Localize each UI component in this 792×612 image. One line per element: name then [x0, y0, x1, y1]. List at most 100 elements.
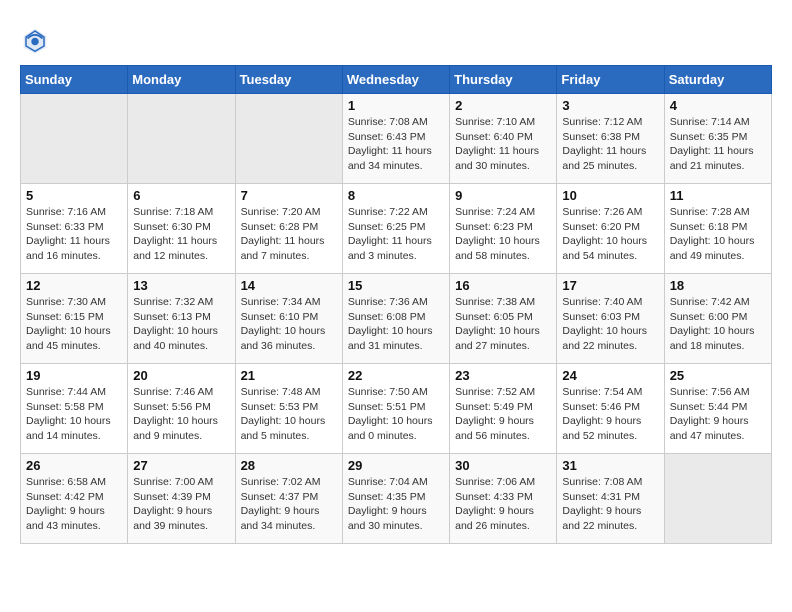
- day-info: Sunrise: 7:08 AM Sunset: 6:43 PM Dayligh…: [348, 115, 444, 174]
- week-row-4: 19Sunrise: 7:44 AM Sunset: 5:58 PM Dayli…: [21, 364, 772, 454]
- day-number: 28: [241, 458, 337, 473]
- day-number: 2: [455, 98, 551, 113]
- calendar-cell: 10 Sunrise: 7:26 AM Sunset: 6:20 PM Dayli…: [557, 184, 664, 274]
- day-number: 27: [133, 458, 229, 473]
- day-number: 22: [348, 368, 444, 383]
- day-info: Sunrise: 7:54 AM Sunset: 5:46 PM Dayligh…: [562, 385, 658, 444]
- calendar-cell: 7 Sunrise: 7:20 AM Sunset: 6:28 PM Daylig…: [235, 184, 342, 274]
- day-number: 11: [670, 188, 766, 203]
- day-number: 19: [26, 368, 122, 383]
- day-info: Sunrise: 7:40 AM Sunset: 6:03 PM Dayligh…: [562, 295, 658, 354]
- day-info: Sunrise: 7:36 AM Sunset: 6:08 PM Dayligh…: [348, 295, 444, 354]
- day-info: Sunrise: 7:06 AM Sunset: 4:33 PM Dayligh…: [455, 475, 551, 534]
- week-row-1: 1 Sunrise: 7:08 AM Sunset: 6:43 PM Daylig…: [21, 94, 772, 184]
- calendar-cell: [235, 94, 342, 184]
- week-row-2: 5 Sunrise: 7:16 AM Sunset: 6:33 PM Daylig…: [21, 184, 772, 274]
- day-number: 26: [26, 458, 122, 473]
- weekday-header-row: SundayMondayTuesdayWednesdayThursdayFrid…: [21, 66, 772, 94]
- calendar-cell: 22 Sunrise: 7:50 AM Sunset: 5:51 PM Dayli…: [342, 364, 449, 454]
- calendar-cell: 5 Sunrise: 7:16 AM Sunset: 6:33 PM Daylig…: [21, 184, 128, 274]
- day-info: Sunrise: 7:28 AM Sunset: 6:18 PM Dayligh…: [670, 205, 766, 264]
- weekday-header-thursday: Thursday: [450, 66, 557, 94]
- day-info: Sunrise: 7:02 AM Sunset: 4:37 PM Dayligh…: [241, 475, 337, 534]
- weekday-header-friday: Friday: [557, 66, 664, 94]
- day-info: Sunrise: 7:20 AM Sunset: 6:28 PM Dayligh…: [241, 205, 337, 264]
- day-number: 6: [133, 188, 229, 203]
- week-row-5: 26 Sunrise: 6:58 AM Sunset: 4:42 PM Dayli…: [21, 454, 772, 544]
- calendar-cell: 11 Sunrise: 7:28 AM Sunset: 6:18 PM Dayli…: [664, 184, 771, 274]
- day-number: 3: [562, 98, 658, 113]
- day-number: 10: [562, 188, 658, 203]
- week-row-3: 12 Sunrise: 7:30 AM Sunset: 6:15 PM Dayli…: [21, 274, 772, 364]
- day-number: 5: [26, 188, 122, 203]
- day-number: 16: [455, 278, 551, 293]
- calendar-cell: 21 Sunrise: 7:48 AM Sunset: 5:53 PM Dayli…: [235, 364, 342, 454]
- day-info: Sunrise: 7:30 AM Sunset: 6:15 PM Dayligh…: [26, 295, 122, 354]
- day-info: Sunrise: 7:04 AM Sunset: 4:35 PM Dayligh…: [348, 475, 444, 534]
- day-number: 23: [455, 368, 551, 383]
- day-info: Sunrise: 7:26 AM Sunset: 6:20 PM Dayligh…: [562, 205, 658, 264]
- calendar-cell: 14 Sunrise: 7:34 AM Sunset: 6:10 PM Dayli…: [235, 274, 342, 364]
- day-number: 15: [348, 278, 444, 293]
- calendar-cell: 8 Sunrise: 7:22 AM Sunset: 6:25 PM Daylig…: [342, 184, 449, 274]
- day-number: 30: [455, 458, 551, 473]
- logo: [20, 25, 54, 55]
- day-number: 9: [455, 188, 551, 203]
- calendar-cell: 6 Sunrise: 7:18 AM Sunset: 6:30 PM Daylig…: [128, 184, 235, 274]
- weekday-header-tuesday: Tuesday: [235, 66, 342, 94]
- day-number: 25: [670, 368, 766, 383]
- weekday-header-wednesday: Wednesday: [342, 66, 449, 94]
- day-info: Sunrise: 7:48 AM Sunset: 5:53 PM Dayligh…: [241, 385, 337, 444]
- calendar-cell: 20 Sunrise: 7:46 AM Sunset: 5:56 PM Dayli…: [128, 364, 235, 454]
- day-number: 14: [241, 278, 337, 293]
- calendar-cell: 2 Sunrise: 7:10 AM Sunset: 6:40 PM Daylig…: [450, 94, 557, 184]
- day-info: Sunrise: 7:24 AM Sunset: 6:23 PM Dayligh…: [455, 205, 551, 264]
- calendar-cell: 24Sunrise: 7:54 AM Sunset: 5:46 PM Dayli…: [557, 364, 664, 454]
- day-info: Sunrise: 7:12 AM Sunset: 6:38 PM Dayligh…: [562, 115, 658, 174]
- day-info: Sunrise: 7:08 AM Sunset: 4:31 PM Dayligh…: [562, 475, 658, 534]
- calendar-cell: 18Sunrise: 7:42 AM Sunset: 6:00 PM Dayli…: [664, 274, 771, 364]
- day-number: 1: [348, 98, 444, 113]
- day-number: 17: [562, 278, 658, 293]
- calendar-cell: 28 Sunrise: 7:02 AM Sunset: 4:37 PM Dayli…: [235, 454, 342, 544]
- calendar-cell: 31 Sunrise: 7:08 AM Sunset: 4:31 PM Dayli…: [557, 454, 664, 544]
- calendar-cell: 15 Sunrise: 7:36 AM Sunset: 6:08 PM Dayli…: [342, 274, 449, 364]
- calendar-cell: 19Sunrise: 7:44 AM Sunset: 5:58 PM Dayli…: [21, 364, 128, 454]
- day-number: 7: [241, 188, 337, 203]
- calendar-cell: 13Sunrise: 7:32 AM Sunset: 6:13 PM Dayli…: [128, 274, 235, 364]
- calendar-cell: 27Sunrise: 7:00 AM Sunset: 4:39 PM Dayli…: [128, 454, 235, 544]
- day-info: Sunrise: 7:42 AM Sunset: 6:00 PM Dayligh…: [670, 295, 766, 354]
- day-number: 8: [348, 188, 444, 203]
- calendar-cell: [128, 94, 235, 184]
- day-info: Sunrise: 7:10 AM Sunset: 6:40 PM Dayligh…: [455, 115, 551, 174]
- logo-icon: [20, 25, 50, 55]
- day-number: 31: [562, 458, 658, 473]
- calendar-cell: 12 Sunrise: 7:30 AM Sunset: 6:15 PM Dayli…: [21, 274, 128, 364]
- calendar-cell: 16 Sunrise: 7:38 AM Sunset: 6:05 PM Dayli…: [450, 274, 557, 364]
- day-info: Sunrise: 7:46 AM Sunset: 5:56 PM Dayligh…: [133, 385, 229, 444]
- day-number: 12: [26, 278, 122, 293]
- calendar-cell: 17 Sunrise: 7:40 AM Sunset: 6:03 PM Dayli…: [557, 274, 664, 364]
- calendar-table: SundayMondayTuesdayWednesdayThursdayFrid…: [20, 65, 772, 544]
- day-info: Sunrise: 7:18 AM Sunset: 6:30 PM Dayligh…: [133, 205, 229, 264]
- day-info: Sunrise: 7:34 AM Sunset: 6:10 PM Dayligh…: [241, 295, 337, 354]
- day-number: 21: [241, 368, 337, 383]
- day-info: Sunrise: 6:58 AM Sunset: 4:42 PM Dayligh…: [26, 475, 122, 534]
- weekday-header-monday: Monday: [128, 66, 235, 94]
- weekday-header-sunday: Sunday: [21, 66, 128, 94]
- day-info: Sunrise: 7:16 AM Sunset: 6:33 PM Dayligh…: [26, 205, 122, 264]
- day-info: Sunrise: 7:38 AM Sunset: 6:05 PM Dayligh…: [455, 295, 551, 354]
- calendar-cell: 29Sunrise: 7:04 AM Sunset: 4:35 PM Dayli…: [342, 454, 449, 544]
- calendar-cell: [664, 454, 771, 544]
- day-number: 4: [670, 98, 766, 113]
- day-info: Sunrise: 7:50 AM Sunset: 5:51 PM Dayligh…: [348, 385, 444, 444]
- day-info: Sunrise: 7:56 AM Sunset: 5:44 PM Dayligh…: [670, 385, 766, 444]
- calendar-cell: 4Sunrise: 7:14 AM Sunset: 6:35 PM Daylig…: [664, 94, 771, 184]
- calendar-cell: 23Sunrise: 7:52 AM Sunset: 5:49 PM Dayli…: [450, 364, 557, 454]
- calendar-cell: 3 Sunrise: 7:12 AM Sunset: 6:38 PM Daylig…: [557, 94, 664, 184]
- day-number: 20: [133, 368, 229, 383]
- day-info: Sunrise: 7:22 AM Sunset: 6:25 PM Dayligh…: [348, 205, 444, 264]
- weekday-header-saturday: Saturday: [664, 66, 771, 94]
- page-header: [20, 20, 772, 55]
- day-info: Sunrise: 7:32 AM Sunset: 6:13 PM Dayligh…: [133, 295, 229, 354]
